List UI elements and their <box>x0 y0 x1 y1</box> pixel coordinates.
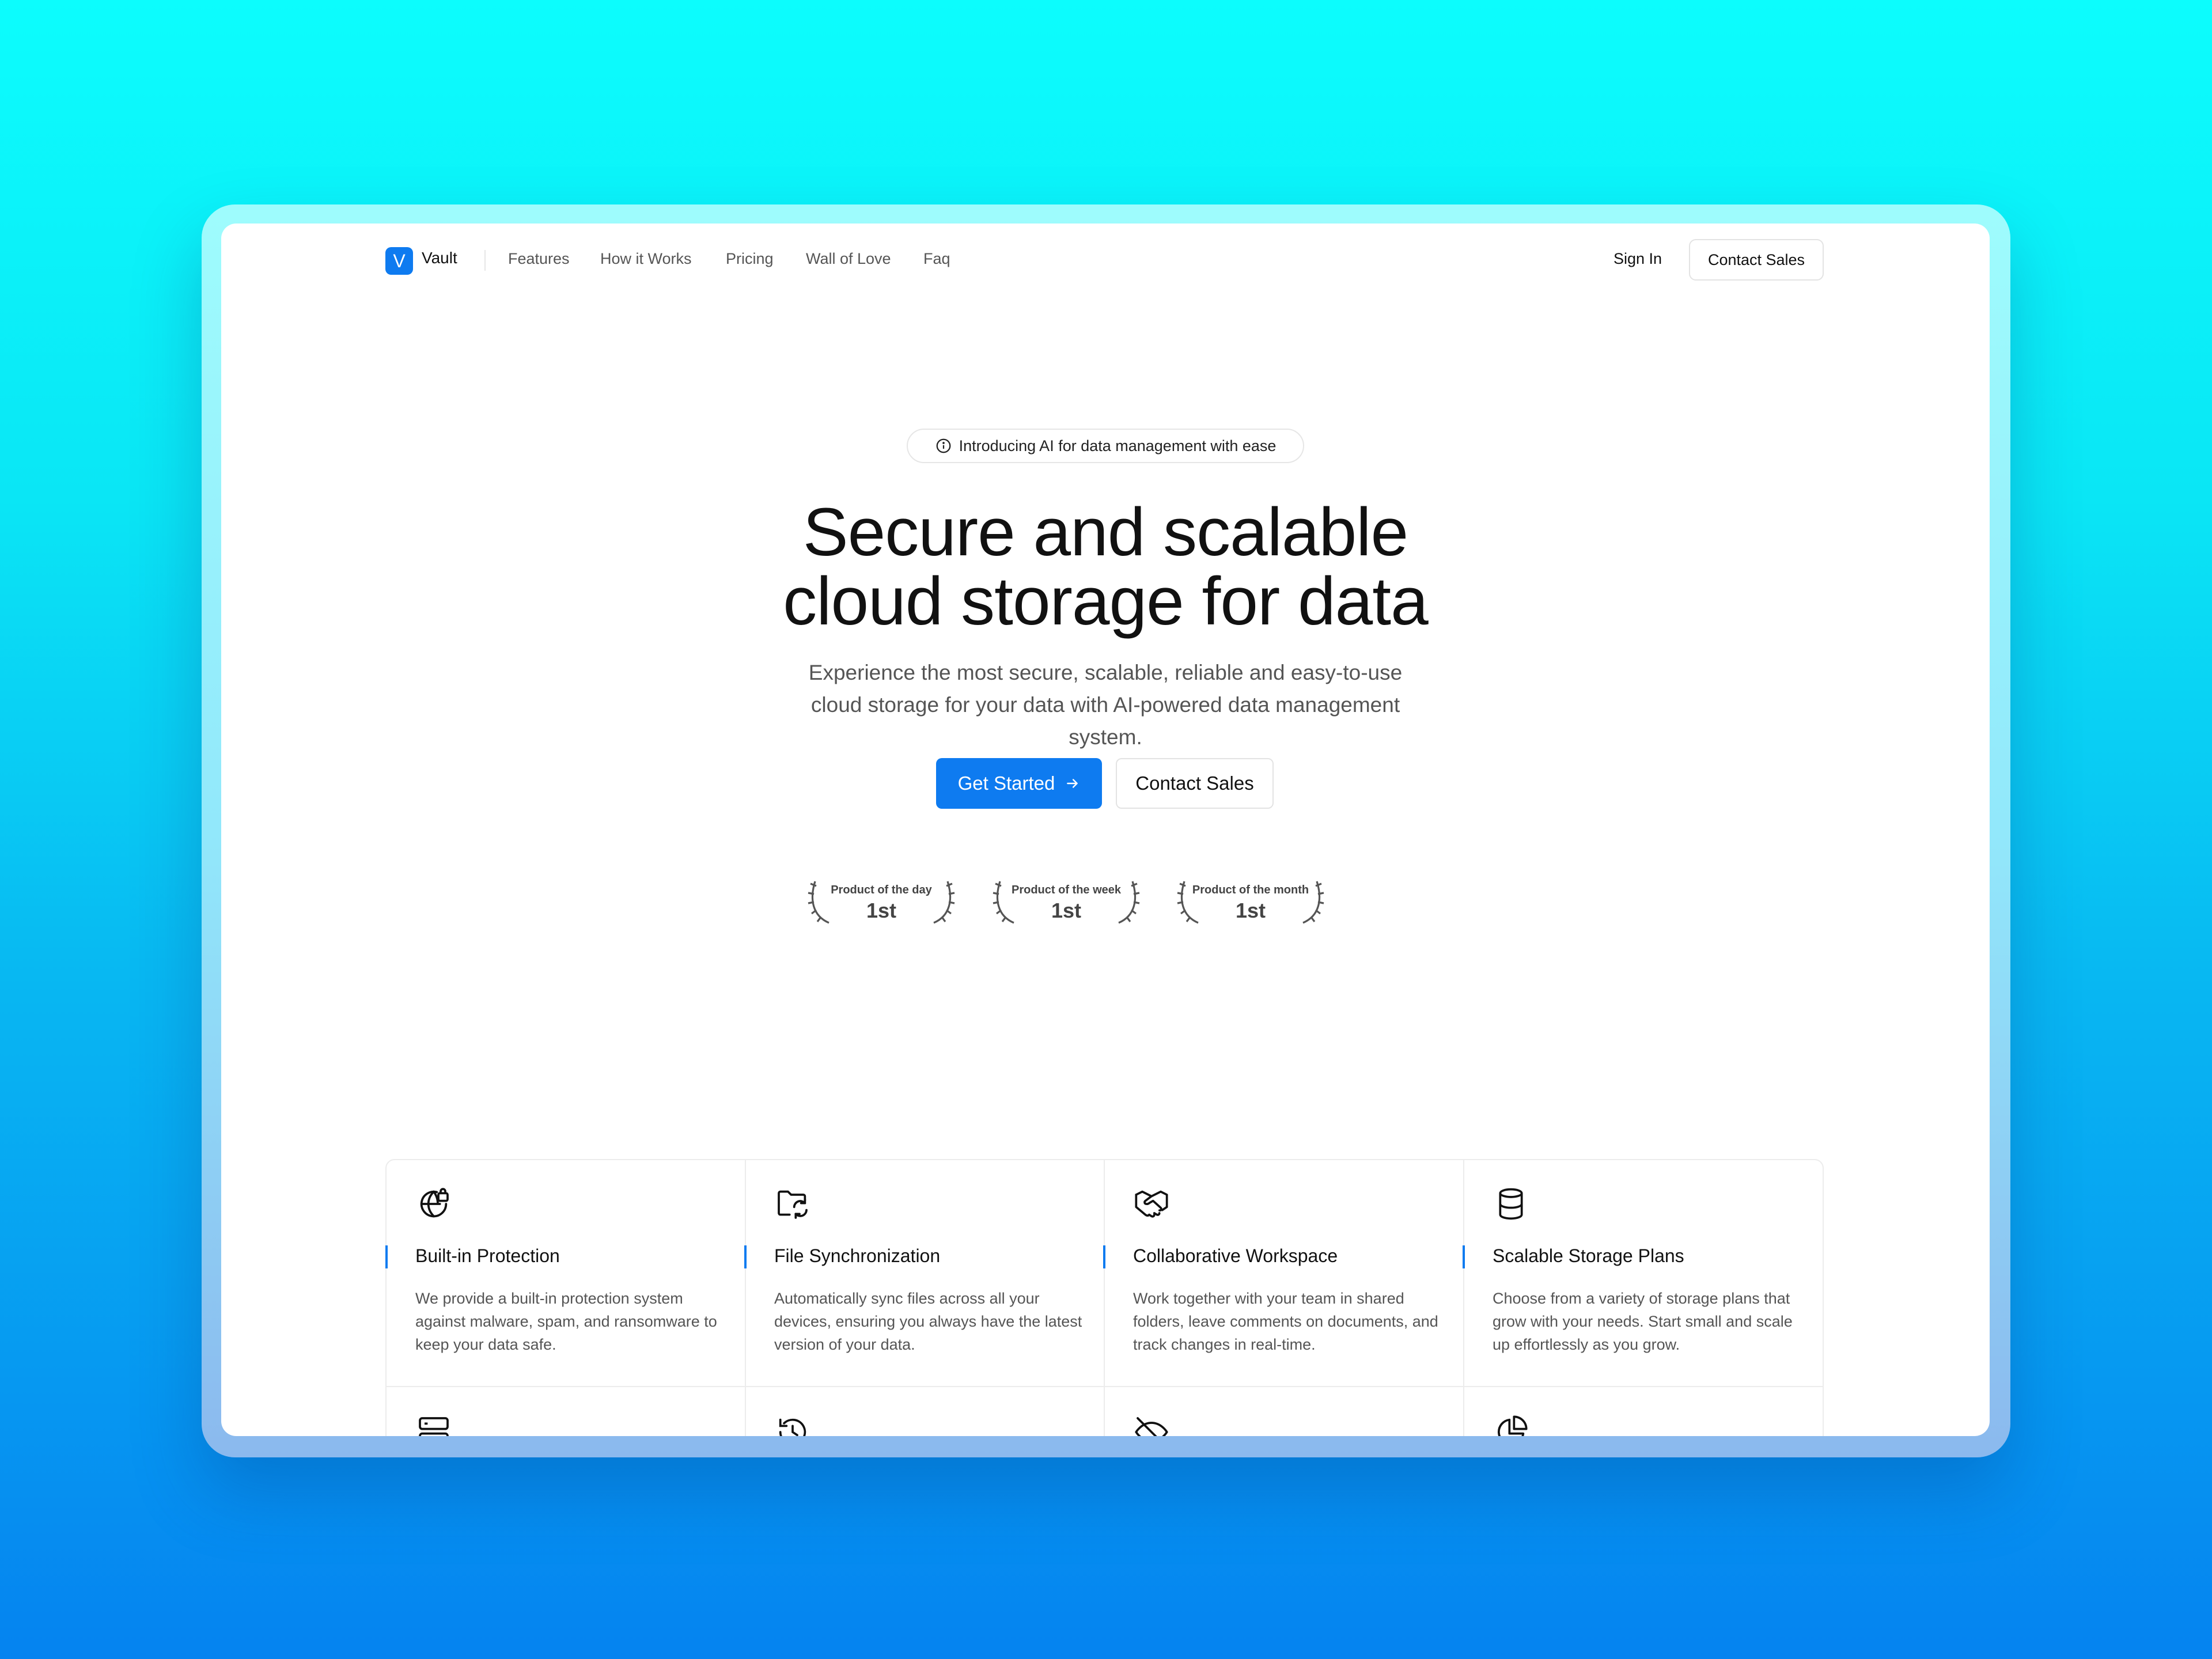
nav-link-wall-of-love[interactable]: Wall of Love <box>806 250 891 268</box>
award-badge-week: Product of the week 1st <box>991 873 1142 931</box>
awards-row: Product of the day 1st Product of the we… <box>221 873 1990 937</box>
hero-title-line-2: cloud storage for data <box>783 563 1428 639</box>
feature-card-storage: Scalable Storage Plans Choose from a var… <box>1463 1160 1822 1386</box>
feature-title: Scalable Storage Plans <box>1493 1245 1684 1266</box>
laurel-right-icon <box>1118 881 1140 924</box>
hero-title: Secure and scalable cloud storage for da… <box>221 498 1990 636</box>
pie-chart-icon <box>1497 1415 1528 1436</box>
info-icon <box>936 438 950 453</box>
feature-title: Built-in Protection <box>415 1245 560 1266</box>
brand-name[interactable]: Vault <box>422 249 457 267</box>
get-started-button[interactable]: Get Started <box>936 758 1102 809</box>
get-started-label: Get Started <box>957 772 1055 794</box>
arrow-right-icon <box>1067 779 1078 788</box>
browser-screen: V Vault Features How it Works Pricing Wa… <box>221 224 1990 1436</box>
feature-accent-bar <box>385 1245 388 1268</box>
feature-description: We provide a built-in protection system … <box>415 1290 717 1353</box>
contact-sales-button[interactable]: Contact Sales <box>1116 758 1274 809</box>
feature-title: Collaborative Workspace <box>1133 1245 1338 1266</box>
award-badge-day: Product of the day 1st <box>806 873 957 931</box>
nav-link-how-it-works[interactable]: How it Works <box>600 250 692 268</box>
globe-lock-icon <box>420 1188 449 1218</box>
feature-accent-bar <box>744 1245 747 1268</box>
feature-description: Automatically sync files across all your… <box>774 1290 1082 1353</box>
history-icon <box>779 1418 806 1436</box>
announcement-badge[interactable]: Introducing AI for data management with … <box>907 429 1304 463</box>
feature-description: Work together with your team in shared f… <box>1133 1290 1438 1353</box>
folder-sync-icon <box>778 1190 808 1219</box>
hero-title-line-1: Secure and scalable <box>802 494 1408 570</box>
nav-link-pricing[interactable]: Pricing <box>726 250 774 268</box>
feature-accent-bar <box>1103 1245 1105 1268</box>
laurel-right-icon <box>1302 881 1324 924</box>
badge-text: Introducing AI for data management with … <box>959 437 1277 454</box>
feature-row-divider <box>387 1386 1823 1387</box>
feature-card-collaboration: Collaborative Workspace Work together wi… <box>1103 1160 1463 1386</box>
eye-off-icon <box>1135 1417 1168 1436</box>
award-badge-month: Product of the month 1st <box>1175 873 1326 931</box>
sign-in-link[interactable]: Sign In <box>1613 250 1662 268</box>
contact-sales-nav-button[interactable]: Contact Sales <box>1689 239 1824 281</box>
feature-title: File Synchronization <box>774 1245 941 1266</box>
database-icon <box>1499 1188 1523 1220</box>
top-nav: V Vault Features How it Works Pricing Wa… <box>221 224 1990 297</box>
handshake-icon <box>1135 1190 1168 1218</box>
logo-icon[interactable]: V <box>385 247 413 275</box>
hero-subtitle: Experience the most secure, scalable, re… <box>808 661 1403 749</box>
features-grid: Built-in Protection We provide a built-i… <box>385 1159 1824 1436</box>
server-icon <box>419 1417 449 1436</box>
feature-description: Choose from a variety of storage plans t… <box>1493 1290 1793 1353</box>
laurel-right-icon <box>933 881 955 924</box>
feature-card-protection: Built-in Protection We provide a built-i… <box>385 1160 745 1386</box>
nav-link-faq[interactable]: Faq <box>923 250 950 268</box>
feature-accent-bar <box>1463 1245 1465 1268</box>
feature-card-sync: File Synchronization Automatically sync … <box>744 1160 1104 1386</box>
nav-link-features[interactable]: Features <box>508 250 570 268</box>
nav-divider <box>484 250 486 271</box>
